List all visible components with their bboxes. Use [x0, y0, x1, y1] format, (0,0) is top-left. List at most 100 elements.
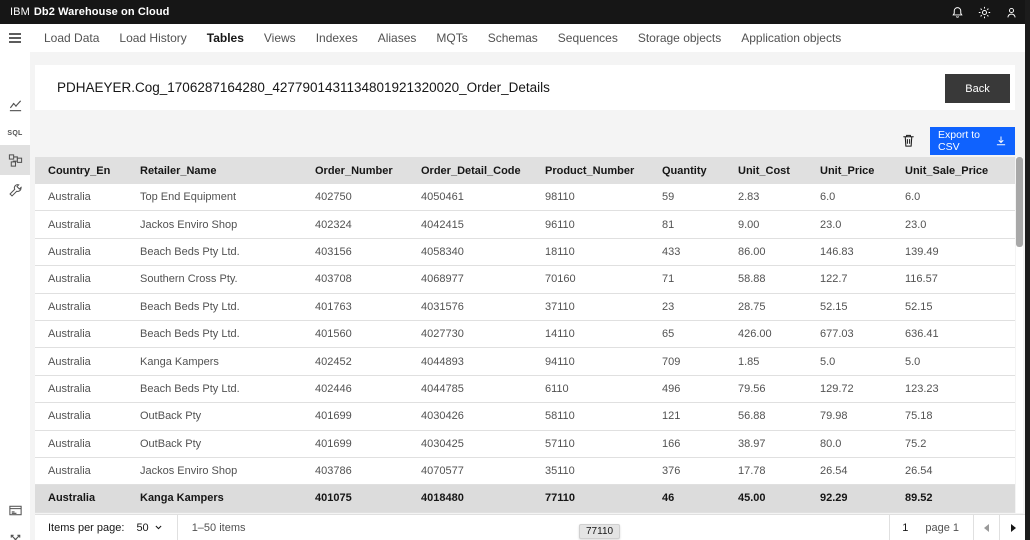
table-row[interactable]: Australia Jackos Enviro Shop 402324 4042415… — [35, 211, 1015, 239]
export-to-csv-button[interactable]: Export to CSV — [930, 127, 1015, 155]
tab-load-history[interactable]: Load History — [109, 31, 196, 45]
page-select[interactable]: 1 — [890, 515, 925, 540]
table-cell: 18110 — [545, 245, 575, 258]
table-cell: 402324 — [315, 218, 352, 231]
brand-name: Db2 Warehouse on Cloud — [33, 6, 170, 18]
column-header-product_number[interactable]: Product_Number — [532, 157, 649, 184]
table-row[interactable]: Australia Beach Beds Pty Ltd. 402446 404478… — [35, 375, 1015, 404]
table-cell: 403156 — [315, 245, 352, 258]
table-cell: 401699 — [315, 410, 352, 423]
table-cell: 677.03 — [820, 328, 854, 341]
previous-page-button[interactable] — [974, 515, 999, 540]
window-right-edge — [1025, 0, 1030, 540]
scrollbar-thumb[interactable] — [1016, 157, 1023, 247]
table-cell: Australia — [48, 382, 91, 395]
table-cell: Jackos Enviro Shop — [140, 465, 238, 478]
table-row[interactable]: Australia Top End Equipment 402750 4050461 9… — [35, 184, 1015, 212]
column-header-order_detail_code[interactable]: Order_Detail_Code — [408, 157, 532, 184]
items-range-label: 1–50 items — [191, 521, 246, 534]
column-header-retailer_name[interactable]: Retailer_Name — [127, 157, 302, 184]
tab-aliases[interactable]: Aliases — [368, 31, 427, 45]
table-cell: 79.98 — [820, 410, 848, 423]
page-select-value: 1 — [902, 521, 909, 534]
column-header-country_en[interactable]: Country_En — [35, 157, 127, 184]
table-cell: Top End Equipment — [140, 191, 237, 204]
table-cell: 4027730 — [421, 328, 464, 341]
table-cell: 1.85 — [738, 355, 760, 368]
table-cell: 139.49 — [905, 245, 939, 258]
chart-icon[interactable] — [0, 91, 30, 119]
table-cell: 4030426 — [421, 410, 464, 423]
tab-schemas[interactable]: Schemas — [478, 31, 548, 45]
table-row[interactable]: Australia Beach Beds Pty Ltd. 403156 405834… — [35, 238, 1015, 267]
table-cell: Australia — [48, 410, 91, 423]
table-cell: 9.00 — [738, 218, 760, 231]
next-page-button[interactable] — [1000, 515, 1025, 540]
table-row[interactable]: Australia OutBack Pty 401699 4030426 58110 12… — [35, 403, 1015, 431]
back-button[interactable]: Back — [945, 74, 1010, 103]
column-header-order_number[interactable]: Order_Number — [302, 157, 408, 184]
column-header-unit_cost[interactable]: Unit_Cost — [725, 157, 807, 184]
table-cell: 14110 — [545, 328, 575, 341]
nav-tabs: Load Data Load History Tables Views Indexes A… — [34, 24, 851, 52]
table-cell: 401763 — [315, 300, 352, 313]
chevron-down-icon — [155, 525, 162, 530]
table-cell: 59 — [662, 191, 675, 204]
top-bar: IBM Db2 Warehouse on Cloud — [0, 0, 1030, 24]
tab-indexes[interactable]: Indexes — [306, 31, 368, 45]
items-per-page-select[interactable]: 50 — [136, 522, 162, 534]
table-cell: 146.83 — [820, 245, 854, 258]
hamburger-icon[interactable] — [0, 24, 30, 52]
tab-mqts[interactable]: MQTs — [426, 31, 477, 45]
table-cell: Jackos Enviro Shop — [140, 218, 238, 231]
tab-load-data[interactable]: Load Data — [34, 31, 109, 45]
brightness-icon[interactable] — [977, 5, 991, 19]
table-cell: 81 — [662, 218, 675, 231]
sql-icon[interactable]: SQL — [0, 119, 30, 147]
tab-storage-objects[interactable]: Storage objects — [628, 31, 731, 45]
cross-arrows-icon[interactable] — [0, 525, 30, 540]
table-cell: 4070577 — [421, 465, 464, 478]
table-cell: 28.75 — [738, 300, 766, 313]
table-cell: 52.15 — [905, 300, 933, 313]
pagination-right: 1 page 1 — [889, 515, 1025, 540]
download-icon — [996, 136, 1006, 146]
trash-icon[interactable] — [898, 130, 918, 150]
column-header-unit_sale_price[interactable]: Unit_Sale_Price — [892, 157, 1015, 184]
column-header-unit_price[interactable]: Unit_Price — [807, 157, 892, 184]
table-cell: 403786 — [315, 465, 352, 478]
table-row[interactable]: Australia Kanga Kampers 402452 4044893 94110… — [35, 348, 1015, 376]
tables-icon[interactable] — [0, 145, 30, 175]
table-cell: 402452 — [315, 355, 352, 368]
table-cell: 4050461 — [421, 191, 464, 204]
export-to-csv-label: Export to CSV — [938, 129, 981, 153]
table-row[interactable]: Australia Jackos Enviro Shop 403786 4070577… — [35, 457, 1015, 486]
tab-application-objects[interactable]: Application objects — [731, 31, 851, 45]
table-row[interactable]: Australia Beach Beds Pty Ltd. 401560 402773… — [35, 320, 1015, 349]
value-tooltip: 77110 — [579, 524, 621, 539]
vertical-scrollbar[interactable] — [1016, 157, 1023, 513]
table-cell: 4042415 — [421, 218, 464, 231]
console-icon[interactable] — [0, 496, 30, 524]
table-cell: 121 — [662, 410, 681, 423]
table-row[interactable]: Australia OutBack Pty 401699 4030425 57110 16… — [35, 430, 1015, 458]
pagination-left: Items per page: 50 1–50 items — [35, 515, 246, 540]
table-row[interactable]: Australia Southern Cross Pty. 403708 406897… — [35, 266, 1015, 294]
table-header-row: Country_En Retailer_Name Order_Number Order… — [35, 157, 1015, 184]
table-cell: 709 — [662, 355, 681, 368]
column-header-quantity[interactable]: Quantity — [649, 157, 725, 184]
table-cell: Australia — [48, 300, 91, 313]
table-cell: 636.41 — [905, 328, 939, 341]
wrench-icon[interactable] — [0, 176, 30, 204]
tab-tables[interactable]: Tables — [197, 31, 254, 45]
table-row[interactable]: Australia Kanga Kampers 401075 4018480 77110… — [35, 485, 1015, 513]
bell-icon[interactable] — [950, 5, 964, 19]
user-icon[interactable] — [1004, 5, 1018, 19]
table-body: Australia Top End Equipment 402750 4050461 9… — [35, 184, 1015, 513]
table-row[interactable]: Australia Beach Beds Pty Ltd. 401763 403157… — [35, 293, 1015, 321]
tab-views[interactable]: Views — [254, 31, 306, 45]
table-cell: 89.52 — [905, 492, 933, 505]
table-cell: 23 — [662, 300, 675, 313]
table-cell: Australia — [48, 437, 91, 450]
tab-sequences[interactable]: Sequences — [548, 31, 628, 45]
